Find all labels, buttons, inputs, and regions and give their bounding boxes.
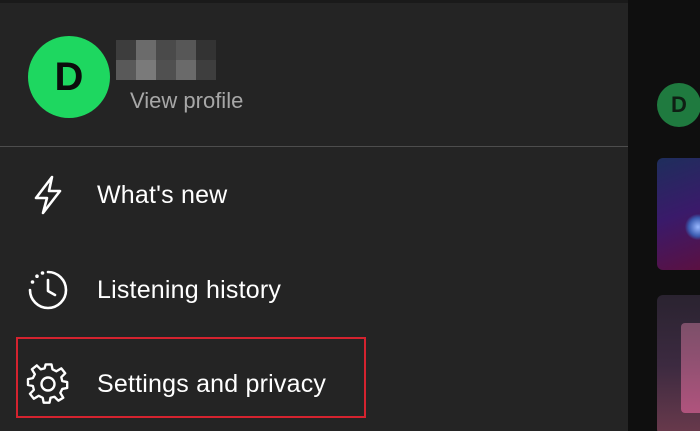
side-drawer: D View profile What's new Listening hist…	[0, 0, 628, 431]
lightning-bolt-icon	[26, 173, 70, 217]
card-artwork-shape	[685, 214, 700, 240]
menu-item-label: What's new	[97, 180, 228, 209]
avatar[interactable]: D	[28, 36, 110, 118]
menu-item-label: Listening history	[97, 275, 282, 304]
profile-row[interactable]: D View profile	[0, 0, 628, 146]
clock-history-icon	[26, 268, 70, 312]
app-screen: D D View profile What's new Listening hi…	[0, 0, 700, 431]
home-card-artwork[interactable]	[657, 158, 700, 270]
username-pixelated	[116, 40, 216, 80]
home-card-artwork[interactable]	[657, 295, 700, 431]
home-avatar-initial: D	[671, 92, 687, 117]
menu-item-listening-history[interactable]: Listening history	[0, 243, 628, 337]
divider	[0, 146, 628, 147]
home-avatar[interactable]: D	[657, 83, 700, 127]
view-profile-link[interactable]: View profile	[130, 88, 243, 114]
menu-item-whats-new[interactable]: What's new	[0, 148, 628, 242]
card-artwork-shape	[681, 323, 700, 413]
highlight-annotation-box	[16, 337, 366, 418]
avatar-initial: D	[54, 54, 84, 99]
